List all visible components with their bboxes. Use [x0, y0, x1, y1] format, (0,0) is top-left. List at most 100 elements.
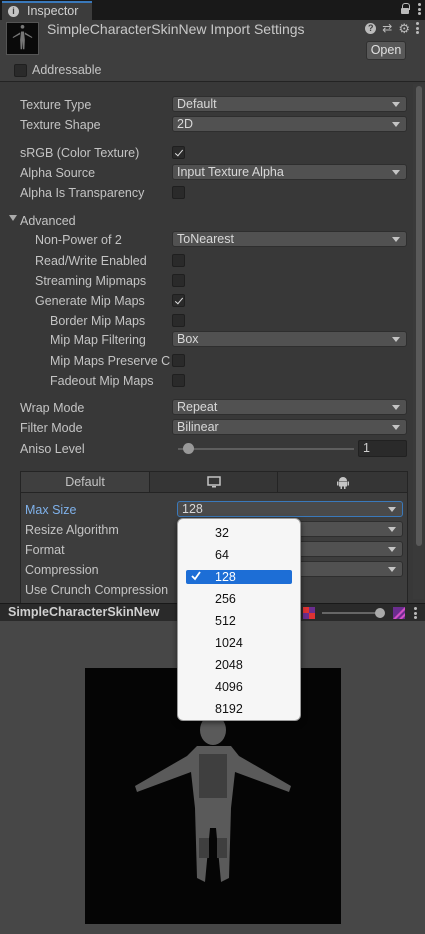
- mip-slider-track[interactable]: [322, 612, 380, 614]
- scrollbar-thumb[interactable]: [416, 86, 422, 546]
- border-mipmaps-label: Border Mip Maps: [50, 314, 146, 328]
- non-power-of-2-label: Non-Power of 2: [35, 233, 122, 247]
- addressable-label: Addressable: [32, 63, 102, 77]
- inspector-header: SimpleCharacterSkinNew Import Settings ?…: [0, 20, 425, 82]
- android-icon: [336, 477, 349, 489]
- addressable-checkbox[interactable]: [14, 63, 27, 77]
- read-write-row: Read/Write Enabled: [0, 252, 410, 270]
- option-32[interactable]: 32: [186, 526, 292, 540]
- texture-shape-row: Texture Shape 2D: [0, 116, 410, 134]
- wrap-mode-dropdown[interactable]: Repeat: [172, 399, 407, 415]
- checker-icon[interactable]: [303, 607, 315, 619]
- alpha-checker-icon[interactable]: [393, 607, 405, 619]
- filter-mode-row: Filter Mode Bilinear: [0, 419, 410, 437]
- advanced-foldout[interactable]: Advanced: [0, 212, 410, 230]
- max-size-row: Max Size 128: [0, 501, 410, 519]
- streaming-mipmaps-row: Streaming Mipmaps: [0, 272, 410, 290]
- more-options-icon[interactable]: [418, 3, 421, 15]
- mipmaps-preserve-row: Mip Maps Preserve C: [0, 352, 410, 370]
- tab-default[interactable]: Default: [21, 472, 150, 492]
- aniso-level-label: Aniso Level: [20, 442, 85, 456]
- mipmap-filtering-label: Mip Map Filtering: [50, 333, 146, 347]
- alpha-transparency-checkbox[interactable]: [172, 186, 185, 199]
- generate-mipmaps-checkbox[interactable]: [172, 294, 185, 307]
- max-size-dropdown[interactable]: 128: [177, 501, 403, 517]
- aniso-slider-handle[interactable]: [183, 443, 194, 454]
- crunch-label: Use Crunch Compression: [25, 583, 169, 597]
- resize-algorithm-label: Resize Algorithm: [25, 523, 119, 537]
- border-mipmaps-checkbox[interactable]: [172, 314, 185, 327]
- texture-shape-label: Texture Shape: [20, 118, 101, 132]
- mipmap-filtering-row: Mip Map Filtering Box: [0, 331, 410, 349]
- texture-type-row: Texture Type Default: [0, 96, 410, 114]
- alpha-source-label: Alpha Source: [20, 166, 96, 180]
- mipmap-filtering-dropdown[interactable]: Box: [172, 331, 407, 347]
- option-256[interactable]: 256: [186, 592, 292, 606]
- fadeout-mipmaps-label: Fadeout Mip Maps: [50, 374, 154, 388]
- header-title: SimpleCharacterSkinNew Import Settings: [47, 21, 305, 37]
- format-label: Format: [25, 543, 65, 557]
- border-mipmaps-row: Border Mip Maps: [0, 312, 410, 330]
- aniso-level-field[interactable]: 1: [358, 440, 407, 457]
- texture-type-label: Texture Type: [20, 98, 92, 112]
- alpha-transparency-row: Alpha Is Transparency: [0, 184, 410, 202]
- preset-icon[interactable]: ⇄: [382, 22, 392, 34]
- tab-label: Inspector: [27, 4, 79, 18]
- wrap-mode-row: Wrap Mode Repeat: [0, 399, 410, 417]
- gear-icon[interactable]: ⚙: [398, 22, 410, 35]
- option-128[interactable]: 128: [186, 570, 292, 584]
- generate-mipmaps-label: Generate Mip Maps: [35, 294, 145, 308]
- option-2048[interactable]: 2048: [186, 658, 292, 672]
- option-128-label: 128: [215, 570, 236, 584]
- more-options-icon[interactable]: [414, 607, 417, 619]
- option-4096[interactable]: 4096: [186, 680, 292, 694]
- help-icon[interactable]: ?: [365, 22, 377, 34]
- aniso-slider-track[interactable]: [178, 448, 354, 450]
- srgb-label: sRGB (Color Texture): [20, 146, 140, 160]
- tab-inspector[interactable]: i Inspector: [2, 1, 92, 20]
- tab-standalone[interactable]: [150, 472, 278, 492]
- open-button[interactable]: Open: [366, 41, 406, 60]
- texture-shape-dropdown[interactable]: 2D: [172, 116, 407, 132]
- filter-mode-label: Filter Mode: [20, 421, 83, 435]
- generate-mipmaps-row: Generate Mip Maps: [0, 292, 410, 310]
- mipmaps-preserve-label: Mip Maps Preserve C: [50, 354, 171, 368]
- lock-icon[interactable]: [400, 3, 410, 15]
- streaming-mipmaps-label: Streaming Mipmaps: [35, 274, 147, 288]
- srgb-checkbox[interactable]: [172, 146, 185, 159]
- tab-android[interactable]: [278, 472, 407, 492]
- mip-slider-handle[interactable]: [375, 608, 385, 618]
- preview-title: SimpleCharacterSkinNew: [8, 605, 160, 619]
- asset-thumbnail: [6, 22, 39, 55]
- option-1024[interactable]: 1024: [186, 636, 292, 650]
- streaming-mipmaps-checkbox[interactable]: [172, 274, 185, 287]
- option-8192[interactable]: 8192: [186, 702, 292, 716]
- alpha-source-row: Alpha Source Input Texture Alpha: [0, 164, 410, 182]
- checkmark-icon: [191, 571, 201, 581]
- more-options-icon[interactable]: [416, 22, 419, 34]
- non-power-of-2-row: Non-Power of 2 ToNearest: [0, 231, 410, 249]
- srgb-row: sRGB (Color Texture): [0, 144, 410, 162]
- read-write-label: Read/Write Enabled: [35, 254, 147, 268]
- foldout-arrow-icon[interactable]: [9, 215, 17, 221]
- alpha-transparency-label: Alpha Is Transparency: [20, 186, 145, 200]
- fadeout-mipmaps-row: Fadeout Mip Maps: [0, 372, 410, 390]
- mipmaps-preserve-checkbox[interactable]: [172, 354, 185, 367]
- filter-mode-dropdown[interactable]: Bilinear: [172, 419, 407, 435]
- platform-tabs: Default: [20, 471, 408, 493]
- max-size-label: Max Size: [25, 503, 77, 517]
- option-64[interactable]: 64: [186, 548, 292, 562]
- compression-label: Compression: [25, 563, 99, 577]
- alpha-source-dropdown[interactable]: Input Texture Alpha: [172, 164, 407, 180]
- max-size-options-menu: 32 64 128 256 512 1024 2048 4096 8192: [177, 518, 301, 721]
- addressable-toggle[interactable]: Addressable: [14, 63, 102, 77]
- texture-type-dropdown[interactable]: Default: [172, 96, 407, 112]
- option-512[interactable]: 512: [186, 614, 292, 628]
- wrap-mode-label: Wrap Mode: [20, 401, 85, 415]
- non-power-of-2-dropdown[interactable]: ToNearest: [172, 231, 407, 247]
- tab-bar: i Inspector: [0, 0, 425, 20]
- fadeout-mipmaps-checkbox[interactable]: [172, 374, 185, 387]
- read-write-checkbox[interactable]: [172, 254, 185, 267]
- monitor-icon: [206, 476, 221, 488]
- info-icon: i: [8, 6, 19, 17]
